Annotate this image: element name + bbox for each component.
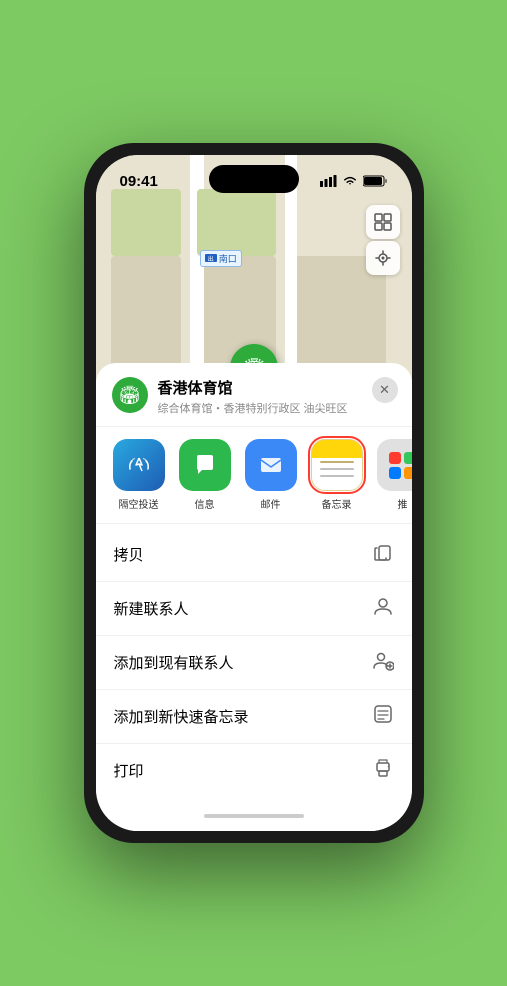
action-quick-note[interactable]: 添加到新快速备忘录: [96, 690, 412, 744]
more-icon: [377, 439, 412, 491]
new-contact-label: 新建联系人: [114, 598, 189, 619]
action-new-contact[interactable]: 新建联系人: [96, 582, 412, 636]
airdrop-label: 隔空投送: [119, 496, 159, 511]
notes-label: 备忘录: [322, 496, 352, 511]
close-button[interactable]: ✕: [372, 377, 398, 403]
status-icons: [320, 175, 388, 187]
phone-frame: 09:41: [84, 143, 424, 843]
mail-icon: [245, 439, 297, 491]
person-add-icon: [372, 649, 394, 676]
copy-icon: [372, 541, 394, 568]
share-item-notes[interactable]: 备忘录: [308, 439, 366, 511]
action-copy[interactable]: 拷贝: [96, 528, 412, 582]
map-entrance-label: 出 南口: [200, 250, 242, 267]
airdrop-icon: [113, 439, 165, 491]
map-block: [111, 256, 181, 378]
notes-icon: [311, 439, 363, 491]
person-icon: [372, 595, 394, 622]
bottom-sheet: 🏟 香港体育馆 综合体育馆・香港特别行政区 油尖旺区 ✕: [96, 363, 412, 831]
location-card: 🏟 香港体育馆 综合体育馆・香港特别行政区 油尖旺区 ✕: [96, 363, 412, 427]
signal-icon: [320, 175, 337, 187]
print-label: 打印: [114, 760, 144, 781]
share-item-airdrop[interactable]: 隔空投送: [110, 439, 168, 511]
more-label: 推: [398, 496, 408, 511]
mail-label: 邮件: [261, 496, 281, 511]
location-info: 香港体育馆 综合体育馆・香港特别行政区 油尖旺区: [158, 377, 396, 416]
wifi-icon: [342, 175, 358, 187]
home-bar: [204, 814, 304, 818]
location-name: 香港体育馆: [158, 377, 396, 398]
action-list: 拷贝 新建联系人: [96, 524, 412, 801]
print-icon: [372, 757, 394, 784]
dynamic-island: [209, 165, 299, 193]
location-card-icon: 🏟: [112, 377, 148, 413]
share-row: 隔空投送 信息: [96, 427, 412, 524]
share-item-mail[interactable]: 邮件: [242, 439, 300, 511]
map-view-toggle[interactable]: [366, 205, 400, 239]
messages-icon: [179, 439, 231, 491]
map-controls: [366, 205, 400, 275]
home-indicator: [96, 801, 412, 831]
action-print[interactable]: 打印: [96, 744, 412, 797]
note-icon: [372, 703, 394, 730]
location-button[interactable]: [366, 241, 400, 275]
action-add-contact[interactable]: 添加到现有联系人: [96, 636, 412, 690]
copy-label: 拷贝: [114, 544, 144, 565]
messages-label: 信息: [195, 496, 215, 511]
status-time: 09:41: [120, 173, 158, 190]
quick-note-label: 添加到新快速备忘录: [114, 706, 249, 727]
share-item-more[interactable]: 推: [374, 439, 412, 511]
location-description: 综合体育馆・香港特别行政区 油尖旺区: [158, 400, 396, 416]
battery-icon: [363, 175, 388, 187]
add-contact-label: 添加到现有联系人: [114, 652, 234, 673]
map-label-icon: 出: [205, 254, 217, 262]
share-item-messages[interactable]: 信息: [176, 439, 234, 511]
phone-screen: 09:41: [96, 155, 412, 831]
